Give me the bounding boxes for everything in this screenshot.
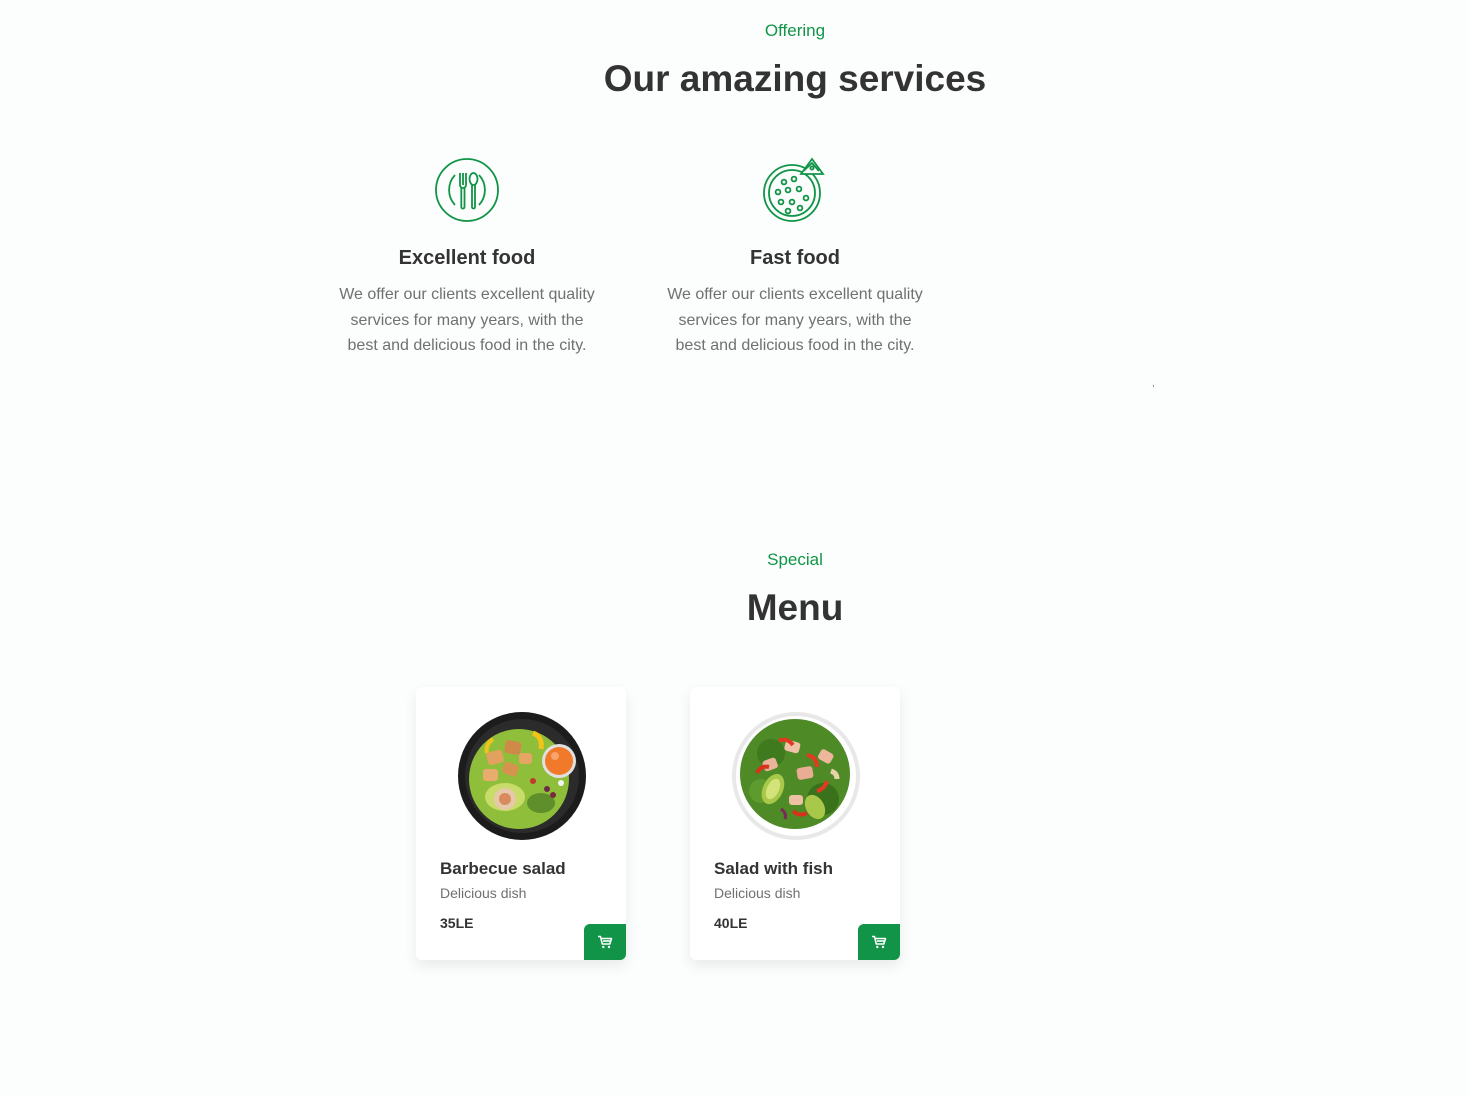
service-fast-food: Fast food We offer our clients excellent… xyxy=(655,157,935,359)
menu-card-barbecue-salad: Barbecue salad Delicious dish 35LE xyxy=(416,687,626,960)
services-title: Our amazing services xyxy=(603,58,987,99)
menu-item-price: 40LE xyxy=(714,915,748,931)
service-excellent-food: Excellent food We offer our clients exce… xyxy=(327,157,607,359)
cart-icon xyxy=(598,935,613,949)
add-to-cart-button[interactable] xyxy=(584,924,626,960)
menu-item-description: Delicious dish xyxy=(714,885,801,901)
utensils-plate-icon xyxy=(435,158,499,222)
services-subtitle: Offering xyxy=(764,21,826,40)
menu-card-salad-with-fish: Salad with fish Delicious dish 40LE xyxy=(690,687,900,960)
pizza-icon xyxy=(763,157,825,222)
service-title: Fast food xyxy=(750,247,840,269)
service-description: We offer our clients excellent quality s… xyxy=(667,286,923,355)
divider-mark: , xyxy=(1152,378,1155,389)
menu-item-description: Delicious dish xyxy=(440,885,527,901)
salad-with-fish-image xyxy=(732,712,860,840)
menu-title: Menu xyxy=(746,587,844,628)
menu-subtitle: Special xyxy=(767,550,823,569)
add-to-cart-button[interactable] xyxy=(858,924,900,960)
page: Offering Our amazing services Excellent … xyxy=(0,0,1468,1096)
service-title: Excellent food xyxy=(398,247,536,269)
service-description: We offer our clients excellent quality s… xyxy=(339,286,595,355)
cart-icon xyxy=(872,935,887,949)
menu-item-price: 35LE xyxy=(440,915,474,931)
menu-item-name: Barbecue salad xyxy=(440,859,566,878)
menu-item-name: Salad with fish xyxy=(714,859,834,878)
barbecue-salad-image xyxy=(458,712,586,840)
